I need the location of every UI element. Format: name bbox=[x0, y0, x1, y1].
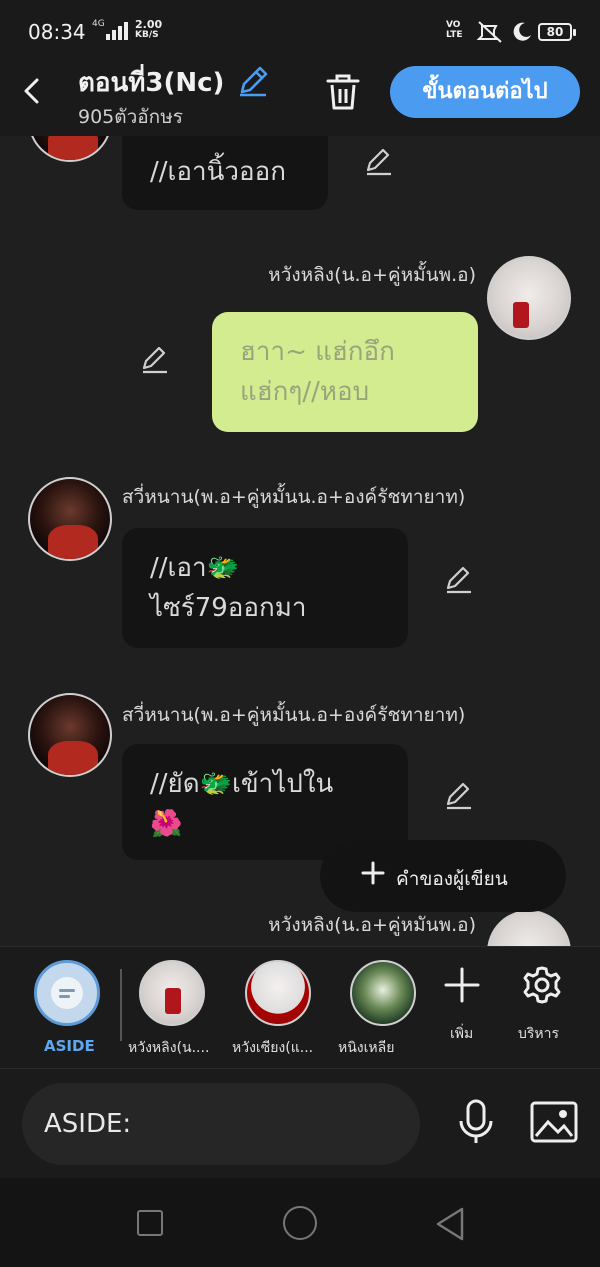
message-input[interactable]: ASIDE: bbox=[22, 1083, 420, 1165]
author-note-button[interactable]: คำของผู้เขียน bbox=[320, 840, 566, 912]
plus-icon bbox=[361, 861, 385, 885]
speaker-name: หวังหลิง(น.อ+คู่หมั้นพ.อ) bbox=[268, 264, 476, 286]
edit-title-pen-icon[interactable] bbox=[236, 64, 270, 98]
chat-area[interactable]: //เอานิ้วออก หวังหลิง(น.อ+คู่หมั้นพ.อ) ฮ… bbox=[0, 136, 600, 946]
aside-label: ASIDE bbox=[44, 1037, 95, 1055]
image-icon[interactable] bbox=[530, 1101, 578, 1143]
edit-pen-icon[interactable] bbox=[140, 344, 170, 374]
signal-icon bbox=[106, 22, 128, 40]
character-avatar[interactable] bbox=[139, 960, 205, 1026]
gear-icon[interactable] bbox=[522, 965, 562, 1005]
episode-title: ตอนที่3(Nc) bbox=[78, 68, 225, 98]
avatar-wang-ling[interactable] bbox=[487, 256, 571, 340]
back-triangle-icon[interactable] bbox=[434, 1206, 466, 1242]
manage-label: บริหาร bbox=[518, 1026, 560, 1042]
add-character-plus-icon[interactable] bbox=[444, 967, 480, 1003]
do-not-disturb-moon-icon bbox=[513, 22, 531, 41]
back-chevron-icon[interactable] bbox=[18, 76, 48, 106]
delete-trash-icon[interactable] bbox=[324, 72, 362, 112]
add-character-label: เพิ่ม bbox=[450, 1026, 474, 1042]
battery-icon: 80 bbox=[538, 23, 576, 41]
speaker-name: สวี่หนาน(พ.อ+คู่หมั้นน.อ+องค์รัชทายาท) bbox=[122, 486, 466, 508]
message-bubble[interactable]: ฮาา~ แฮ่กอึก แฮ่กๆ//หอบ bbox=[212, 312, 478, 432]
input-bar: ASIDE: bbox=[0, 1068, 600, 1178]
author-note-label: คำของผู้เขียน bbox=[396, 868, 508, 890]
status-bar: 08:34 4G 2.00 KB/S VO LTE 80 bbox=[0, 0, 600, 62]
character-label: หวังหลิง(น.... bbox=[128, 1040, 210, 1056]
speech-bubble-icon bbox=[51, 977, 83, 1009]
speaker-name: สวี่หนาน(พ.อ+คู่หมั้นน.อ+องค์รัชทายาท) bbox=[122, 704, 466, 726]
edit-pen-icon[interactable] bbox=[444, 780, 474, 810]
speaker-name: หวังหลิง(น.อ+คู่หมันพ.อ) bbox=[268, 914, 476, 936]
recent-apps-square-icon[interactable] bbox=[137, 1210, 163, 1236]
character-label: หวังเซียง(แ... bbox=[232, 1040, 314, 1056]
next-step-button[interactable]: ขั้นตอนต่อไป bbox=[390, 66, 580, 118]
avatar-wang-ling[interactable] bbox=[487, 910, 571, 946]
vibrate-mute-icon bbox=[476, 21, 502, 43]
volte-indicator: VO LTE bbox=[446, 20, 463, 40]
microphone-icon[interactable] bbox=[456, 1099, 496, 1147]
network-speed: 2.00 KB/S bbox=[135, 18, 163, 40]
edit-pen-icon[interactable] bbox=[364, 146, 394, 176]
status-time: 08:34 bbox=[28, 20, 86, 44]
message-bubble[interactable]: //เอา🐲 ไซร์79ออกมา bbox=[122, 528, 408, 648]
message-bubble[interactable]: //เอานิ้วออก bbox=[122, 136, 328, 210]
avatar-xu-nan[interactable] bbox=[28, 136, 112, 162]
character-bar: ASIDE หวังหลิง(น.... หวังเซียง(แ... หนิง… bbox=[0, 946, 600, 1068]
editor-header: ตอนที่3(Nc) 905ตัวอักษร ขั้นตอนต่อไป bbox=[0, 62, 600, 136]
aside-button[interactable] bbox=[34, 960, 100, 1026]
edit-pen-icon[interactable] bbox=[444, 564, 474, 594]
home-circle-icon[interactable] bbox=[283, 1206, 317, 1240]
network-type: 4G bbox=[92, 19, 105, 29]
character-avatar[interactable] bbox=[350, 960, 416, 1026]
divider bbox=[120, 969, 122, 1041]
character-avatar[interactable] bbox=[245, 960, 311, 1026]
avatar-xu-nan[interactable] bbox=[28, 693, 112, 777]
character-count: 905ตัวอักษร bbox=[78, 106, 183, 128]
avatar-xu-nan[interactable] bbox=[28, 477, 112, 561]
character-label: หนิงเหลีย bbox=[338, 1040, 395, 1056]
system-nav-bar bbox=[0, 1178, 600, 1267]
